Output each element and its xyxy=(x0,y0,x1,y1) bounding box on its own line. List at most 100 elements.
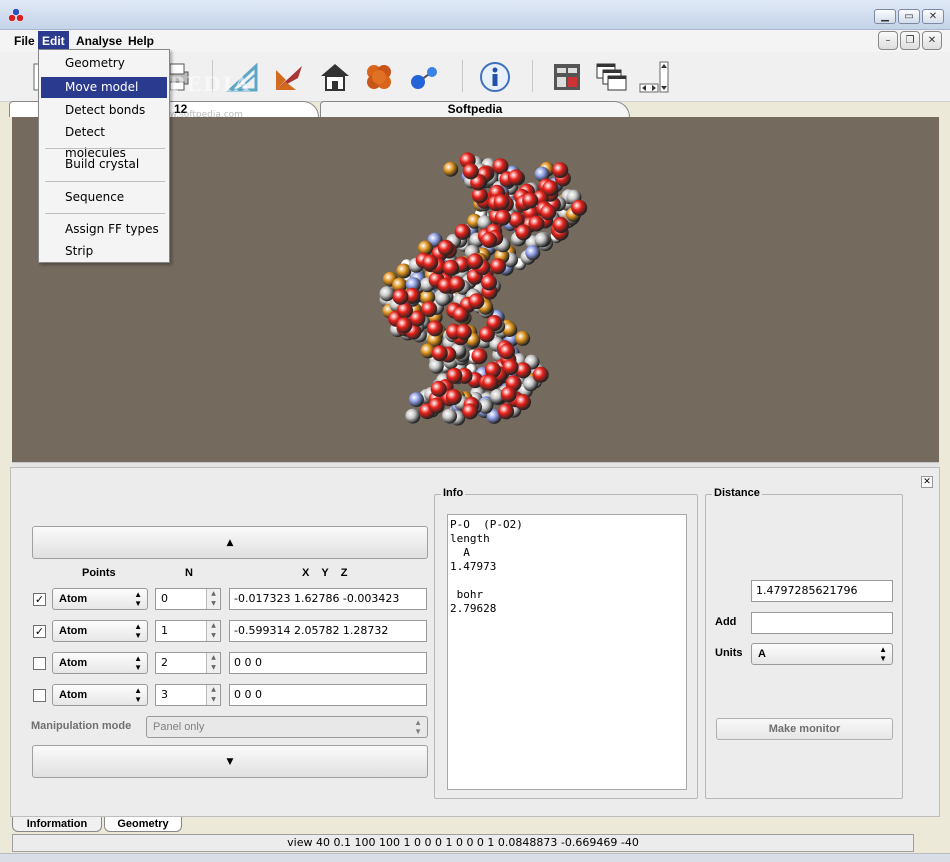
point-3-index-spinner[interactable]: 3 ▲ ▼ xyxy=(155,684,221,706)
info-text-area[interactable]: P-O (P-O2) length A 1.47973 bohr 2.79628 xyxy=(447,514,687,790)
minimize-icon: ▁ xyxy=(881,11,889,22)
spinner-arrows-icon[interactable]: ▲ ▼ xyxy=(206,653,220,673)
atom-sphere xyxy=(446,367,463,384)
tab-softpedia[interactable]: Softpedia xyxy=(320,101,630,117)
ball-stick-icon[interactable] xyxy=(408,60,442,94)
menu-separator xyxy=(45,148,165,149)
menu-file[interactable]: File xyxy=(10,31,39,51)
menu-item-geometry[interactable]: Geometry xyxy=(41,53,167,74)
spinner-arrows-icon[interactable]: ▲ ▼ xyxy=(206,685,220,705)
menu-help[interactable]: Help xyxy=(124,31,158,51)
atom-sphere xyxy=(431,345,448,362)
atom-sphere xyxy=(468,293,485,310)
space-fill-icon[interactable] xyxy=(362,60,396,94)
points-column-header: Points xyxy=(82,567,116,579)
point-2-checkbox[interactable] xyxy=(33,657,46,670)
point-2-coords-field[interactable]: 0 0 0 xyxy=(229,652,427,674)
axes-icon[interactable] xyxy=(272,60,306,94)
point-0-index-spinner[interactable]: 0 ▲ ▼ xyxy=(155,588,221,610)
menu-item-sequence[interactable]: Sequence xyxy=(41,187,167,208)
restore-icon: ❐ xyxy=(905,35,915,46)
point-2-index-spinner[interactable]: 2 ▲ ▼ xyxy=(155,652,221,674)
point-0-coords-field[interactable]: -0.017323 1.62786 -0.003423 xyxy=(229,588,427,610)
up-arrow-icon: ▲ xyxy=(226,537,234,548)
close-icon: ✕ xyxy=(923,477,931,487)
atom-sphere xyxy=(515,224,532,241)
menu-separator xyxy=(45,181,165,182)
scroll-up-button[interactable]: ▲ xyxy=(32,526,428,559)
atom-sphere xyxy=(452,306,469,323)
maximize-icon: ▭ xyxy=(904,11,914,22)
info-icon[interactable] xyxy=(478,60,512,94)
menu-item-strip[interactable]: Strip xyxy=(41,241,167,262)
point-3-type-select[interactable]: Atom ▲ ▼ xyxy=(52,684,148,706)
atom-sphere xyxy=(481,232,497,248)
atom-sphere xyxy=(500,386,517,403)
minimize-icon: – xyxy=(885,35,891,46)
distance-group-title: Distance xyxy=(712,487,762,499)
close-icon: ✕ xyxy=(928,11,938,22)
menu-item-move-model[interactable]: Move model xyxy=(41,77,167,98)
xyz-column-header: X Y Z xyxy=(302,567,348,579)
mdi-close-button[interactable]: ✕ xyxy=(922,31,942,50)
scroll-down-button[interactable]: ▼ xyxy=(32,745,428,778)
atom-sphere xyxy=(442,408,457,424)
atom-sphere xyxy=(471,348,488,365)
panel-layout-icon[interactable] xyxy=(550,60,584,94)
menu-item-detect-bonds[interactable]: Detect bonds xyxy=(41,100,167,121)
tab-geometry[interactable]: Geometry xyxy=(104,817,182,832)
window-cascade-icon[interactable] xyxy=(594,60,628,94)
menu-analyse[interactable]: Analyse xyxy=(72,31,126,51)
manipulation-mode-select[interactable]: Panel only ▲ ▼ xyxy=(146,716,428,738)
scroll-icon[interactable] xyxy=(638,60,672,94)
atom-sphere xyxy=(493,194,510,211)
info-group-title: Info xyxy=(441,487,466,499)
home-icon[interactable] xyxy=(318,60,352,94)
add-label: Add xyxy=(715,616,737,628)
point-1-type-select[interactable]: Atom ▲ ▼ xyxy=(52,620,148,642)
units-label: Units xyxy=(715,647,743,659)
menu-item-assign-ff-types[interactable]: Assign FF types xyxy=(41,219,167,240)
mdi-minimize-button[interactable]: – xyxy=(878,31,898,50)
atom-sphere xyxy=(462,403,479,420)
point-1-coords-field[interactable]: -0.599314 2.05782 1.28732 xyxy=(229,620,427,642)
add-field[interactable] xyxy=(751,612,893,634)
panel-close-button[interactable]: ✕ xyxy=(921,476,933,488)
spinner-value: 0 xyxy=(161,592,168,605)
spinner-arrows-icon[interactable]: ▲ ▼ xyxy=(206,621,220,641)
atom-sphere xyxy=(507,169,524,186)
point-3-coords-field[interactable]: 0 0 0 xyxy=(229,684,427,706)
close-window-button[interactable]: ✕ xyxy=(922,9,944,24)
distance-value-field[interactable]: 1.4797285621796 xyxy=(751,580,893,602)
atom-sphere xyxy=(392,288,409,305)
atom-sphere xyxy=(534,232,550,248)
tab-information[interactable]: Information xyxy=(12,817,102,832)
atom-sphere xyxy=(494,209,511,226)
maximize-window-button[interactable]: ▭ xyxy=(898,9,920,24)
atom-sphere xyxy=(515,330,531,346)
menu-item-build-crystal[interactable]: Build crystal xyxy=(41,154,167,175)
point-3-checkbox[interactable] xyxy=(33,689,46,702)
spinner-value: 3 xyxy=(161,688,168,701)
updown-arrows-icon: ▲ ▼ xyxy=(134,622,142,640)
point-2-type-select[interactable]: Atom ▲ ▼ xyxy=(52,652,148,674)
updown-arrows-icon: ▲ ▼ xyxy=(879,645,887,663)
menu-edit[interactable]: Edit xyxy=(38,31,69,51)
atom-sphere xyxy=(515,394,531,411)
updown-arrows-icon: ▲ ▼ xyxy=(134,654,142,672)
mdi-restore-button[interactable]: ❐ xyxy=(900,31,920,50)
point-1-checkbox[interactable]: ✓ xyxy=(33,625,46,638)
point-0-type-select[interactable]: Atom ▲ ▼ xyxy=(52,588,148,610)
atom-sphere xyxy=(405,408,421,424)
minimize-window-button[interactable]: ▁ xyxy=(874,9,896,24)
spinner-arrows-icon[interactable]: ▲ ▼ xyxy=(206,589,220,609)
make-monitor-button[interactable]: Make monitor xyxy=(716,718,893,740)
menu-item-detect-molecules[interactable]: Detect molecules xyxy=(41,122,167,160)
updown-arrows-icon: ▲ ▼ xyxy=(414,718,422,736)
edit-menu-dropdown: Geometry Move model Detect bonds Detect … xyxy=(38,49,170,263)
updown-arrows-icon: ▲ ▼ xyxy=(134,590,142,608)
atom-sphere xyxy=(437,239,454,256)
point-0-checkbox[interactable]: ✓ xyxy=(33,593,46,606)
point-1-index-spinner[interactable]: 1 ▲ ▼ xyxy=(155,620,221,642)
units-select[interactable]: A ▲ ▼ xyxy=(751,643,893,665)
